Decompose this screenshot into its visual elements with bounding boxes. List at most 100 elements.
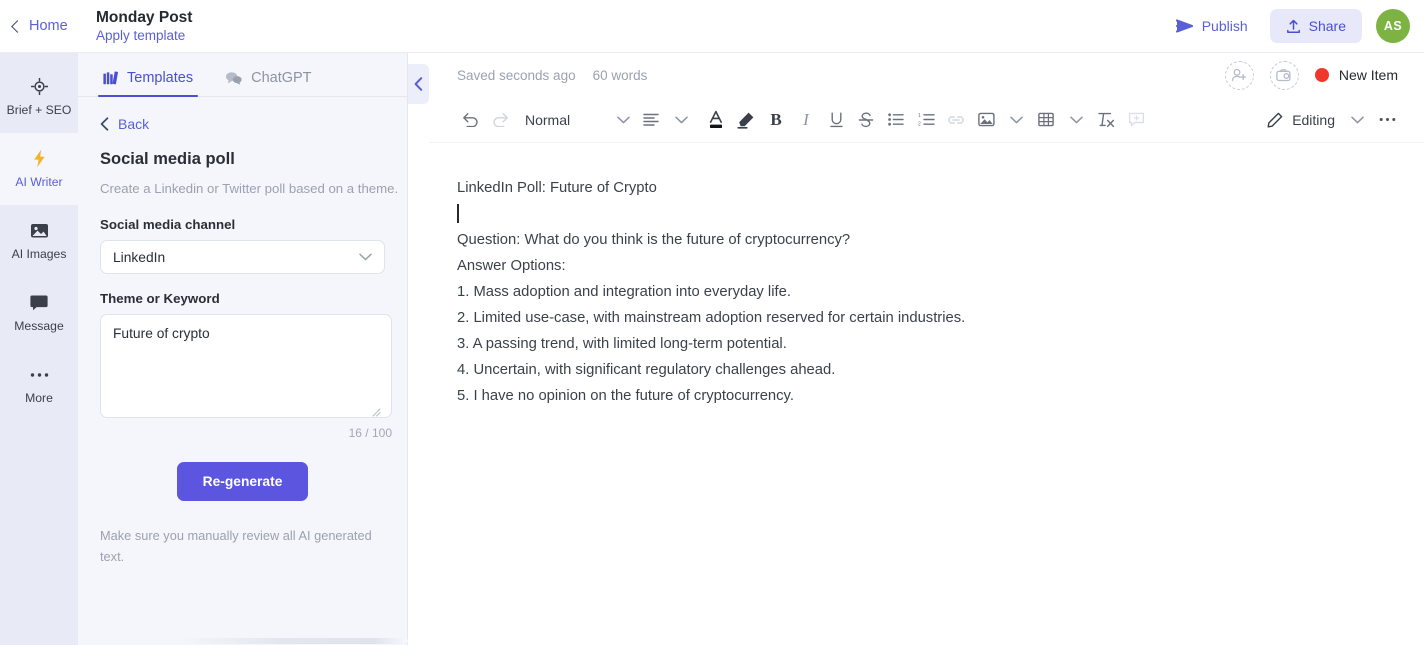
back-button[interactable]: Back — [100, 116, 385, 132]
status-badge-label: New Item — [1338, 67, 1398, 83]
tab-templates[interactable]: Templates — [98, 70, 199, 97]
character-counter: 16 / 100 — [348, 426, 392, 440]
left-nav-rail: Brief + SEO AI Writer AI Images Message … — [0, 53, 78, 645]
channel-field-label: Social media channel — [100, 217, 236, 232]
highlighter-icon[interactable] — [731, 105, 761, 135]
rail-item-message[interactable]: Message — [0, 277, 78, 349]
undo-button[interactable] — [455, 105, 485, 135]
home-link-label: Home — [29, 18, 68, 34]
chevron-down-icon — [617, 116, 630, 124]
theme-field-label: Theme or Keyword — [100, 291, 220, 306]
align-dropdown-button[interactable] — [666, 105, 696, 135]
top-header-bar: Home Monday Post Apply template Publish … — [0, 0, 1424, 53]
more-options-button[interactable] — [1372, 105, 1402, 135]
back-button-label: Back — [118, 116, 150, 132]
image-button[interactable] — [971, 105, 1001, 135]
add-media-icon[interactable] — [1269, 60, 1299, 90]
chat-bubbles-icon — [225, 71, 242, 85]
image-dropdown-button[interactable] — [1001, 105, 1031, 135]
document-line: 4. Uncertain, with significant regulator… — [457, 362, 836, 378]
editing-mode-button[interactable]: Editing — [1260, 107, 1342, 133]
table-button[interactable] — [1031, 105, 1061, 135]
rail-item-label: More — [25, 391, 53, 405]
document-line-empty — [457, 201, 1396, 227]
template-panel: Templates ChatGPT Back Social media poll… — [78, 53, 408, 645]
document-line: 5. I have no opinion on the future of cr… — [457, 388, 794, 404]
paragraph-style-select[interactable]: Normal — [525, 112, 630, 128]
rail-item-label: AI Writer — [15, 175, 63, 189]
theme-input[interactable] — [100, 314, 392, 418]
rail-item-ai-images[interactable]: AI Images — [0, 205, 78, 277]
editor-status-actions: New Item — [1224, 60, 1398, 90]
templates-icon — [103, 71, 118, 85]
text-caret — [457, 204, 459, 223]
collapse-panel-button[interactable] — [408, 64, 429, 104]
rail-item-label: AI Images — [11, 247, 67, 261]
pencil-icon — [1267, 112, 1283, 128]
chevron-left-icon — [414, 77, 423, 91]
svg-text:2: 2 — [918, 121, 921, 126]
document-title-group: Monday Post Apply template — [96, 8, 192, 45]
redo-button[interactable] — [485, 105, 515, 135]
regenerate-row: Re-generate — [100, 462, 385, 501]
tab-chatgpt[interactable]: ChatGPT — [220, 70, 316, 96]
channel-select[interactable]: LinkedIn — [100, 240, 385, 274]
document-line: LinkedIn Poll: Future of Crypto — [457, 180, 657, 196]
upload-icon — [1286, 19, 1301, 34]
publish-button[interactable]: Publish — [1168, 12, 1256, 40]
status-badge[interactable]: New Item — [1314, 67, 1398, 83]
send-icon — [1175, 18, 1193, 34]
status-dot-icon — [1314, 68, 1329, 82]
bold-button[interactable]: B — [761, 105, 791, 135]
regenerate-button[interactable]: Re-generate — [176, 462, 309, 501]
apply-template-link[interactable]: Apply template — [96, 27, 192, 45]
panel-tab-bar: Templates ChatGPT — [78, 53, 407, 97]
saved-status: Saved seconds ago — [457, 67, 576, 83]
panel-horizontal-scrollbar[interactable] — [178, 638, 408, 644]
underline-button[interactable] — [821, 105, 851, 135]
clear-formatting-button[interactable] — [1091, 105, 1121, 135]
document-line: Answer Options: — [457, 258, 566, 274]
template-title: Social media poll — [100, 150, 235, 168]
chevron-left-icon — [100, 117, 109, 131]
avatar[interactable]: AS — [1376, 9, 1410, 43]
theme-input-wrapper — [100, 314, 392, 423]
document-line: 1. Mass adoption and integration into ev… — [457, 284, 791, 300]
editor-status-bar: Saved seconds ago 60 words New Item — [429, 53, 1424, 97]
publish-button-label: Publish — [1201, 18, 1248, 34]
align-button[interactable] — [636, 105, 666, 135]
document-line: 3. A passing trend, with limited long-te… — [457, 336, 787, 352]
tab-templates-label: Templates — [127, 70, 194, 86]
home-link[interactable]: Home — [10, 18, 88, 34]
rail-item-more[interactable]: More — [0, 349, 78, 421]
template-description: Create a Linkedin or Twitter poll based … — [100, 181, 399, 196]
page-title: Monday Post — [96, 8, 193, 26]
header-actions: Publish Share AS — [1168, 9, 1424, 43]
numbered-list-button[interactable]: 12 — [911, 105, 941, 135]
table-dropdown-button[interactable] — [1061, 105, 1091, 135]
strikethrough-button[interactable] — [851, 105, 881, 135]
share-button[interactable]: Share — [1269, 9, 1362, 43]
chat-bubble-icon — [30, 293, 48, 312]
editor-mode-controls: Editing — [1260, 105, 1402, 135]
template-form: Back Social media poll Create a Linkedin… — [78, 97, 407, 567]
editing-mode-label: Editing — [1292, 111, 1335, 128]
word-count: 60 words — [592, 67, 648, 83]
comment-button[interactable] — [1121, 105, 1151, 135]
formatting-toolbar: Normal B I 1 2 Editing — [429, 97, 1424, 143]
rail-item-label: Brief + SEO — [6, 103, 72, 117]
editor-area: Saved seconds ago 60 words New Item Norm… — [429, 53, 1424, 645]
bullet-list-button[interactable] — [881, 105, 911, 135]
image-icon — [30, 221, 49, 240]
document-body[interactable]: LinkedIn Poll: Future of Crypto Question… — [429, 143, 1424, 409]
editing-dropdown-button[interactable] — [1342, 105, 1372, 135]
text-color-icon[interactable] — [701, 105, 731, 135]
link-button[interactable] — [941, 105, 971, 135]
italic-button[interactable]: I — [791, 105, 821, 135]
lightning-bolt-icon — [33, 149, 46, 168]
avatar-initials: AS — [1383, 19, 1403, 33]
add-person-icon[interactable] — [1224, 60, 1254, 90]
rail-item-brief-seo[interactable]: Brief + SEO — [0, 61, 78, 133]
rail-item-ai-writer[interactable]: AI Writer — [0, 133, 78, 205]
channel-select-value: LinkedIn — [113, 249, 166, 265]
